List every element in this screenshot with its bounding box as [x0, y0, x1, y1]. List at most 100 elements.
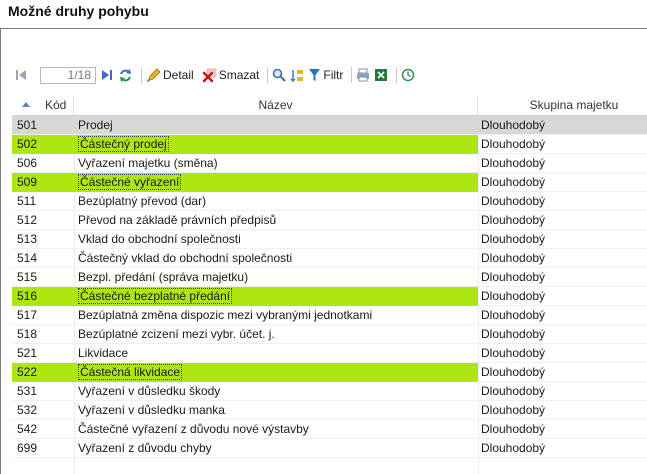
cell-kod: 517 [17, 308, 38, 322]
cell-skupina: Dlouhodobý [481, 346, 546, 360]
column-header-kod[interactable]: Kód [12, 96, 74, 115]
cell-nazev: Vyřazení z důvodu chyby [78, 439, 476, 458]
cell-skupina: Dlouhodobý [481, 118, 546, 132]
cell-nazev: Prodej [78, 116, 476, 135]
cell-nazev: Částečný prodej [74, 135, 478, 154]
table-row[interactable]: 699 Vyřazení z důvodu chyby Dlouhodobý [12, 439, 647, 458]
refresh-button[interactable] [118, 65, 133, 85]
cell-skupina: Dlouhodobý [481, 327, 546, 341]
cell-kod: 506 [17, 156, 38, 170]
cell-skupina: Dlouhodobý [481, 308, 546, 322]
cell-nazev: Částečné bezplatné předání [74, 287, 478, 306]
search-button[interactable] [272, 65, 287, 85]
cell-nazev-text: Částečné vyřazení z důvodu nové výstavby [78, 422, 309, 436]
cell-kod: 514 [17, 251, 38, 265]
cell-nazev-text: Částečný vklad do obchodní společnosti [78, 251, 293, 265]
delete-x-icon [202, 68, 216, 82]
table-row[interactable]: 512 Převod na základě právních předpisů Dl… [12, 211, 647, 230]
toolbar: 1/18 Detail Smazat Filtr [14, 64, 419, 86]
cell-nazev-text: Částečné vyřazení [78, 174, 182, 190]
table-row[interactable]: 502 Částečný prodej Dlouhodobý [12, 135, 647, 154]
table-row[interactable]: 511 Bezúplatný převod (dar) Dlouhodobý [12, 192, 647, 211]
sort-button[interactable] [290, 65, 304, 85]
export-excel-button[interactable] [374, 65, 388, 85]
toolbar-separator [396, 67, 398, 83]
cell-nazev: Vklad do obchodní společnosti [78, 230, 476, 249]
table-row[interactable]: 515 Bezpl. předání (správa majetku) Dlouho… [12, 268, 647, 287]
clock-icon [402, 68, 415, 82]
cell-kod: 501 [17, 118, 38, 132]
toolbar-separator [351, 67, 353, 83]
print-icon [357, 68, 370, 82]
cell-nazev-text: Vyřazení v důsledku škody [78, 384, 221, 398]
cell-skupina: Dlouhodobý [481, 403, 546, 417]
filter-button[interactable]: Filtr [308, 65, 343, 85]
cell-nazev: Vyřazení majetku (směna) [78, 154, 476, 173]
column-header-nazev[interactable]: Název [74, 96, 478, 115]
detail-button[interactable]: Detail [146, 65, 194, 85]
cell-kod: 699 [17, 441, 38, 455]
last-page-icon [102, 70, 112, 80]
cell-nazev-text: Částečný prodej [78, 136, 169, 152]
cell-skupina: Dlouhodobý [481, 422, 546, 436]
cell-skupina: Dlouhodobý [481, 156, 546, 170]
table-row[interactable]: 517 Bezúplatná změna dispozic mezi vybran… [12, 306, 647, 325]
cell-nazev: Částečné vyřazení z důvodu nové výstavby [78, 420, 476, 439]
print-button[interactable] [356, 65, 370, 85]
cell-nazev: Bezúplatný převod (dar) [78, 192, 476, 211]
cell-kod: 511 [17, 194, 37, 208]
table-row[interactable]: 518 Bezúplatné zcizení mezi vybr. účet. j… [12, 325, 647, 344]
table-row[interactable]: 501 Prodej Dlouhodobý [12, 116, 647, 135]
delete-button[interactable]: Smazat [202, 65, 259, 85]
table-row[interactable]: 531 Vyřazení v důsledku škody Dlouhodobý [12, 382, 647, 401]
table-row[interactable]: 522 Částečná likvidace Dlouhodobý [12, 363, 647, 382]
cell-kod: 512 [17, 213, 38, 227]
table-row[interactable]: 514 Částečný vklad do obchodní společnost… [12, 249, 647, 268]
cell-nazev: Převod na základě právních předpisů [78, 211, 476, 230]
cell-nazev-text: Bezúplatné zcizení mezi vybr. účet. j. [78, 327, 275, 341]
history-button[interactable] [401, 65, 415, 85]
cell-kod: 542 [17, 422, 38, 436]
detail-label: Detail [163, 68, 194, 82]
cell-nazev: Vyřazení v důsledku škody [78, 382, 476, 401]
table-row[interactable]: 509 Částečné vyřazení Dlouhodobý [12, 173, 647, 192]
table-row[interactable]: 513 Vklad do obchodní společnosti Dlouhodo… [12, 230, 647, 249]
cell-skupina: Dlouhodobý [481, 194, 546, 208]
first-page-button[interactable] [14, 65, 28, 85]
table-row[interactable]: 542 Částečné vyřazení z důvodu nové výsta… [12, 420, 647, 439]
cell-kod: 532 [17, 403, 38, 417]
cell-nazev: Částečná likvidace [74, 363, 478, 382]
cell-nazev: Částečný vklad do obchodní společnosti [78, 249, 476, 268]
table-row[interactable]: 532 Vyřazení v důsledku manka Dlouhodobý [12, 401, 647, 420]
cell-nazev-text: Bezpl. předání (správa majetku) [78, 270, 249, 284]
cell-nazev-text: Bezúplatná změna dispozic mezi vybranými… [78, 308, 373, 322]
excel-icon [375, 69, 388, 81]
cell-nazev: Vyřazení v důsledku manka [78, 401, 476, 420]
column-header-skupina[interactable]: Skupina majetku [478, 96, 647, 115]
cell-nazev-text: Likvidace [78, 346, 129, 360]
cell-nazev-text: Vklad do obchodní společnosti [78, 232, 241, 246]
last-page-button[interactable] [100, 65, 114, 85]
table-row[interactable]: 506 Vyřazení majetku (směna) Dlouhodobý [12, 154, 647, 173]
cell-kod: 516 [12, 287, 74, 306]
cell-nazev: Částečné vyřazení [74, 173, 478, 192]
filter-funnel-icon [309, 69, 321, 81]
data-grid: Kód Název Skupina majetku 501 Prodej Dlouh… [12, 96, 647, 474]
cell-nazev-text: Prodej [78, 118, 113, 132]
column-header-label: Skupina majetku [529, 98, 619, 112]
page-title: Možné druhy pohybu [8, 3, 149, 19]
cell-nazev-text: Převod na základě právních předpisů [78, 213, 277, 227]
cell-skupina: Dlouhodobý [481, 441, 546, 455]
page-indicator[interactable]: 1/18 [40, 66, 96, 84]
cell-kod: 515 [17, 270, 38, 284]
cell-kod: 518 [17, 327, 38, 341]
cell-skupina: Dlouhodobý [481, 232, 546, 246]
cell-nazev: Likvidace [78, 344, 476, 363]
table-row[interactable]: 521 Likvidace Dlouhodobý [12, 344, 647, 363]
cell-skupina: Dlouhodobý [481, 270, 546, 284]
table-row[interactable]: 516 Částečné bezplatné předání Dlouhodobý [12, 287, 647, 306]
edit-pencil-icon [147, 67, 161, 82]
column-header-label: Kód [45, 98, 67, 112]
sort-az-icon [290, 69, 304, 82]
cell-kod: 513 [17, 232, 38, 246]
